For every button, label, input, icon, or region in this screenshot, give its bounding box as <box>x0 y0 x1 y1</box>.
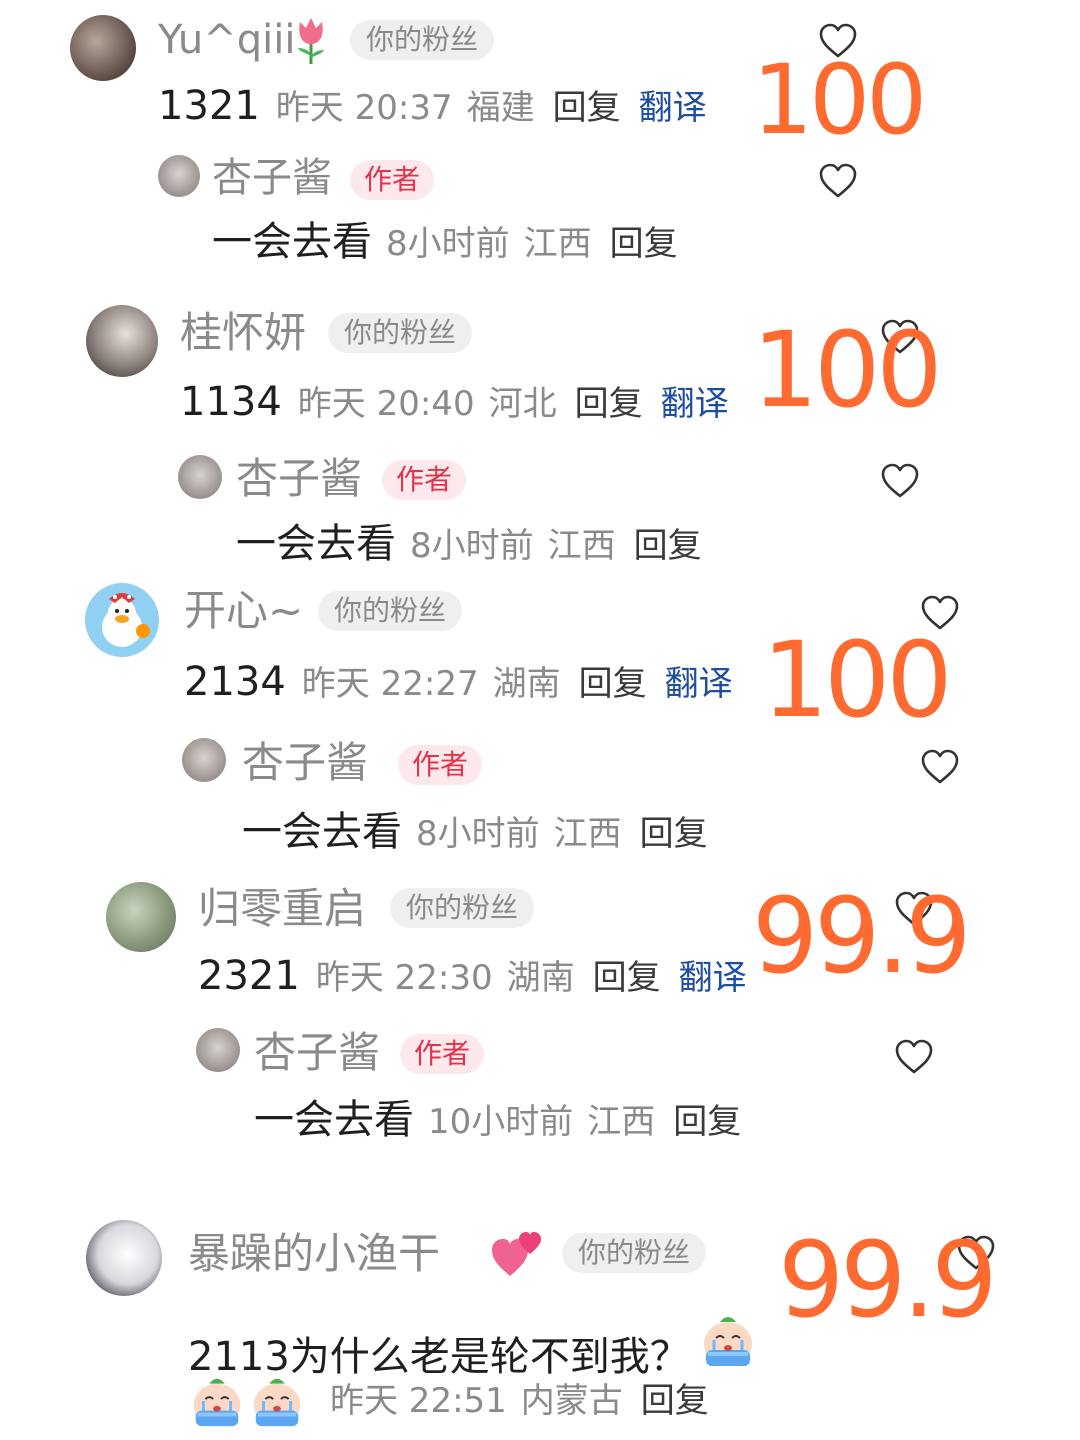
author-name[interactable]: 杏子酱 <box>212 158 332 198</box>
reply-text: 一会去看 <box>212 219 372 265</box>
timestamp: 10小时前 <box>428 1102 574 1142</box>
timestamp: 8小时前 <box>416 814 540 854</box>
fan-badge: 你的粉丝 <box>318 591 463 631</box>
username[interactable]: 桂怀妍 <box>180 312 306 354</box>
reply-button[interactable]: 回复 <box>579 667 647 701</box>
author-avatar[interactable] <box>158 155 200 197</box>
tulip-icon <box>298 18 324 64</box>
fan-badge: 你的粉丝 <box>390 888 535 928</box>
location: 湖南 <box>506 958 575 998</box>
comment-text: 2321 <box>198 953 300 999</box>
location: 福建 <box>466 88 535 128</box>
reply-button[interactable]: 回复 <box>575 387 643 421</box>
duck-avatar-icon <box>102 593 150 647</box>
score-overlay: 100 <box>762 619 953 741</box>
crying-sticker-icon <box>698 1310 758 1370</box>
fan-badge: 你的粉丝 <box>350 20 495 60</box>
author-badge: 作者 <box>350 160 435 200</box>
reply-button[interactable]: 回复 <box>610 227 678 261</box>
crying-sticker-icon <box>248 1372 306 1430</box>
reply-text: 一会去看 <box>242 809 402 855</box>
reply-line: 一会去看 8小时前 江西 回复 <box>242 812 708 852</box>
timestamp: 昨天 22:30 <box>315 958 493 998</box>
reply-line: 一会去看 8小时前 江西 回复 <box>236 524 702 564</box>
score-overlay: 100 <box>752 309 943 431</box>
username[interactable]: Yu^qiii <box>158 20 295 60</box>
author-badge: 作者 <box>398 745 483 785</box>
location: 江西 <box>523 224 592 264</box>
score-overlay: 99.9 <box>778 1219 998 1341</box>
location: 内蒙古 <box>520 1381 623 1421</box>
two-hearts-icon <box>492 1232 541 1276</box>
like-heart-icon[interactable] <box>818 162 858 200</box>
reply-line: 一会去看 10小时前 江西 回复 <box>254 1100 741 1140</box>
reply-button[interactable]: 回复 <box>641 1384 709 1418</box>
location: 江西 <box>547 526 616 566</box>
like-heart-icon[interactable] <box>894 1038 934 1076</box>
location: 河北 <box>488 384 557 424</box>
location: 江西 <box>587 1102 656 1142</box>
comment-text: 1321 <box>158 83 260 129</box>
location: 湖南 <box>492 664 561 704</box>
score-overlay: 99.9 <box>752 875 972 997</box>
comment-line: 1321 昨天 20:37 福建 回复 翻译 <box>158 86 707 126</box>
username[interactable]: 归零重启 <box>198 888 366 930</box>
comment-line: 2134 昨天 22:27 湖南 回复 翻译 <box>184 662 733 702</box>
timestamp: 昨天 20:40 <box>297 384 475 424</box>
comment-meta-line: 昨天 22:51 内蒙古 回复 <box>188 1372 709 1430</box>
translate-button[interactable]: 翻译 <box>661 387 729 421</box>
timestamp: 8小时前 <box>410 526 534 566</box>
timestamp: 昨天 22:51 <box>330 1381 507 1421</box>
avatar[interactable] <box>106 882 176 952</box>
timestamp: 昨天 22:27 <box>301 664 479 704</box>
translate-button[interactable]: 翻译 <box>679 961 747 995</box>
author-avatar[interactable] <box>178 455 222 499</box>
comment-text: 2113为什么老是轮不到我？ <box>188 1334 690 1380</box>
reply-text: 一会去看 <box>236 521 396 567</box>
reply-button[interactable]: 回复 <box>673 1105 741 1139</box>
like-heart-icon[interactable] <box>920 748 960 786</box>
author-badge: 作者 <box>382 460 467 500</box>
author-name[interactable]: 杏子酱 <box>254 1032 380 1074</box>
avatar[interactable] <box>85 583 159 657</box>
reply-button[interactable]: 回复 <box>593 961 661 995</box>
author-name[interactable]: 杏子酱 <box>242 742 368 784</box>
reply-line: 一会去看 8小时前 江西 回复 <box>212 222 678 262</box>
comment-line: 2113为什么老是轮不到我？ <box>188 1310 758 1377</box>
avatar[interactable] <box>70 15 136 81</box>
avatar[interactable] <box>86 1220 162 1296</box>
like-heart-icon[interactable] <box>880 462 920 500</box>
translate-button[interactable]: 翻译 <box>665 667 733 701</box>
reply-text: 一会去看 <box>254 1097 414 1143</box>
avatar[interactable] <box>86 305 158 377</box>
timestamp: 8小时前 <box>386 224 510 264</box>
author-avatar[interactable] <box>196 1028 240 1072</box>
reply-button[interactable]: 回复 <box>634 529 702 563</box>
comment-text: 2134 <box>184 659 286 705</box>
fan-badge: 你的粉丝 <box>562 1233 707 1273</box>
author-name[interactable]: 杏子酱 <box>236 458 362 500</box>
username[interactable]: 暴躁的小渔干 <box>188 1233 440 1275</box>
reply-button[interactable]: 回复 <box>640 817 708 851</box>
author-avatar[interactable] <box>182 738 226 782</box>
fan-badge: 你的粉丝 <box>328 313 473 353</box>
comment-line: 1134 昨天 20:40 河北 回复 翻译 <box>180 382 729 422</box>
location: 江西 <box>553 814 622 854</box>
reply-button[interactable]: 回复 <box>553 91 621 125</box>
comment-line: 2321 昨天 22:30 湖南 回复 翻译 <box>198 956 747 996</box>
translate-button[interactable]: 翻译 <box>639 91 707 125</box>
username[interactable]: 开心~ <box>184 590 303 632</box>
crying-sticker-icon <box>188 1372 246 1430</box>
author-badge: 作者 <box>400 1034 485 1074</box>
comment-text: 1134 <box>180 379 282 425</box>
score-overlay: 100 <box>752 44 927 156</box>
timestamp: 昨天 20:37 <box>275 88 453 128</box>
